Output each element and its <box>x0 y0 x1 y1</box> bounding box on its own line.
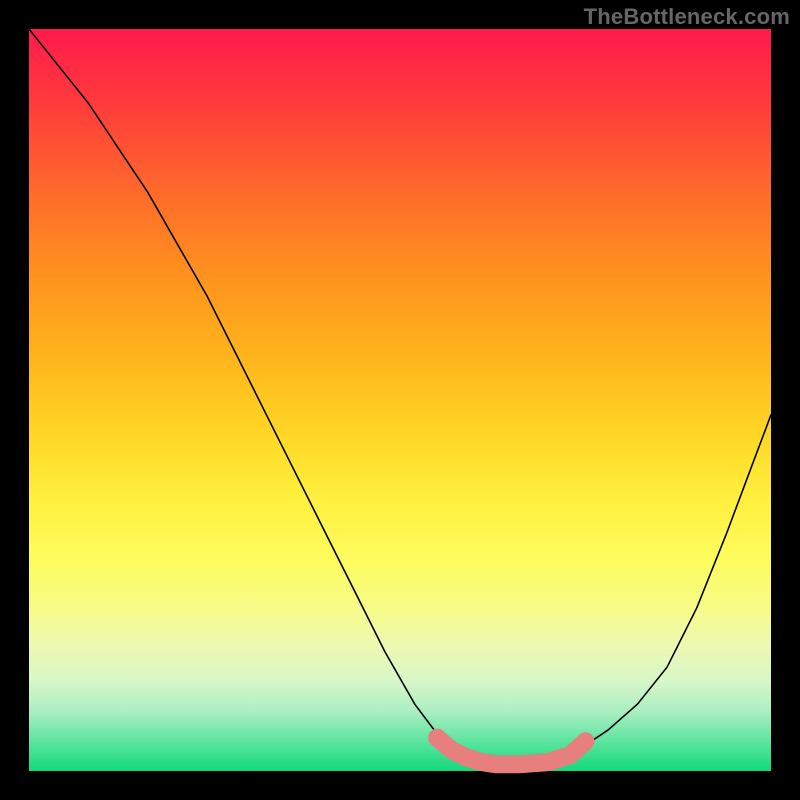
chart-frame: TheBottleneck.com <box>0 0 800 800</box>
curve-left-branch <box>29 29 497 765</box>
curve-layer <box>29 29 771 771</box>
curve-right-branch <box>497 415 772 765</box>
highlight-minimum-region <box>437 738 585 765</box>
plot-area <box>29 29 771 771</box>
watermark-text: TheBottleneck.com <box>584 4 790 30</box>
